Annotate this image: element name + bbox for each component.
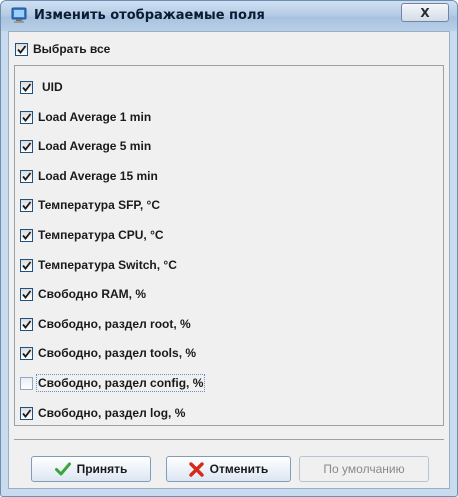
check-icon (22, 230, 32, 240)
cancel-label: Отменить (209, 462, 269, 476)
checkbox-box[interactable] (20, 169, 33, 183)
field-label: Load Average 15 min (38, 169, 158, 183)
defaults-button[interactable]: По умолчанию (299, 456, 429, 482)
check-icon (22, 289, 32, 299)
defaults-label: По умолчанию (323, 462, 405, 476)
field-checkbox[interactable]: Свободно RAM, % (20, 284, 146, 304)
checkbox-box[interactable] (20, 346, 33, 360)
check-icon (22, 112, 32, 122)
window-title: Изменить отображаемые поля (34, 8, 265, 23)
accept-label: Принять (76, 462, 128, 476)
field-checkbox[interactable]: Температура SFP, °C (20, 195, 160, 215)
checkmark-icon (54, 462, 71, 476)
field-label: Температура Switch, °C (38, 258, 177, 272)
title-bar[interactable]: Изменить отображаемые поля X (1, 1, 457, 31)
field-checkbox[interactable]: Свободно, раздел config, % (20, 373, 206, 393)
checkbox-box[interactable] (20, 228, 33, 242)
checkbox-box[interactable] (20, 406, 33, 420)
field-checkbox[interactable]: Load Average 5 min (20, 136, 151, 156)
field-checkbox[interactable]: Load Average 1 min (20, 107, 151, 127)
select-all-checkbox[interactable]: Выбрать все (15, 39, 110, 59)
app-icon (11, 7, 27, 23)
checkbox-box[interactable] (20, 258, 33, 272)
field-checkbox[interactable]: Температура CPU, °C (20, 225, 164, 245)
checkbox-box[interactable] (20, 317, 33, 331)
check-icon (22, 200, 32, 210)
field-label: Температура SFP, °C (38, 198, 161, 212)
accept-button[interactable]: Принять (31, 456, 151, 482)
check-icon (22, 171, 32, 181)
check-icon (22, 82, 32, 92)
field-checkbox[interactable]: Температура Switch, °C (20, 255, 177, 275)
field-label: Свободно RAM, % (38, 287, 146, 301)
checkbox-box[interactable] (20, 110, 33, 124)
red-x-icon (188, 461, 204, 477)
checkbox-box[interactable] (20, 80, 33, 94)
field-list: UID Load Average 1 min Load Average 5 min L… (14, 65, 444, 426)
checkbox-box[interactable] (20, 287, 33, 301)
field-label: Load Average 5 min (38, 139, 152, 153)
field-label: Свободно, раздел tools, % (38, 346, 197, 360)
field-checkbox[interactable]: UID (20, 77, 63, 97)
field-label: Свободно, раздел log, % (38, 406, 186, 420)
field-checkbox[interactable]: Свободно, раздел tools, % (20, 343, 196, 363)
check-icon (22, 260, 32, 270)
dialog-body: Выбрать все UID Load Average 1 min Load Av… (8, 31, 450, 489)
field-label: Load Average 1 min (38, 110, 152, 124)
check-icon (17, 44, 27, 54)
dialog-window: Изменить отображаемые поля X Выбрать все… (0, 0, 458, 497)
checkbox-box[interactable] (20, 139, 33, 153)
select-all-label: Выбрать все (33, 42, 111, 56)
check-icon (22, 141, 32, 151)
field-checkbox[interactable]: Load Average 15 min (20, 166, 158, 186)
footer-divider (14, 439, 444, 440)
checkbox-box[interactable] (20, 198, 33, 212)
field-checkbox[interactable]: Свободно, раздел root, % (20, 314, 191, 334)
field-label: Температура CPU, °C (38, 228, 164, 242)
checkbox-box[interactable] (15, 42, 28, 56)
check-icon (22, 319, 32, 329)
field-checkbox[interactable]: Свободно, раздел log, % (20, 403, 185, 423)
field-label: UID (42, 80, 63, 94)
close-button[interactable]: X (401, 3, 449, 22)
field-label: Свободно, раздел config, % (35, 374, 206, 392)
checkbox-box[interactable] (20, 376, 33, 390)
cancel-button[interactable]: Отменить (166, 456, 291, 482)
field-label: Свободно, раздел root, % (38, 317, 191, 331)
close-icon: X (420, 5, 430, 20)
check-icon (22, 348, 32, 358)
check-icon (22, 408, 32, 418)
